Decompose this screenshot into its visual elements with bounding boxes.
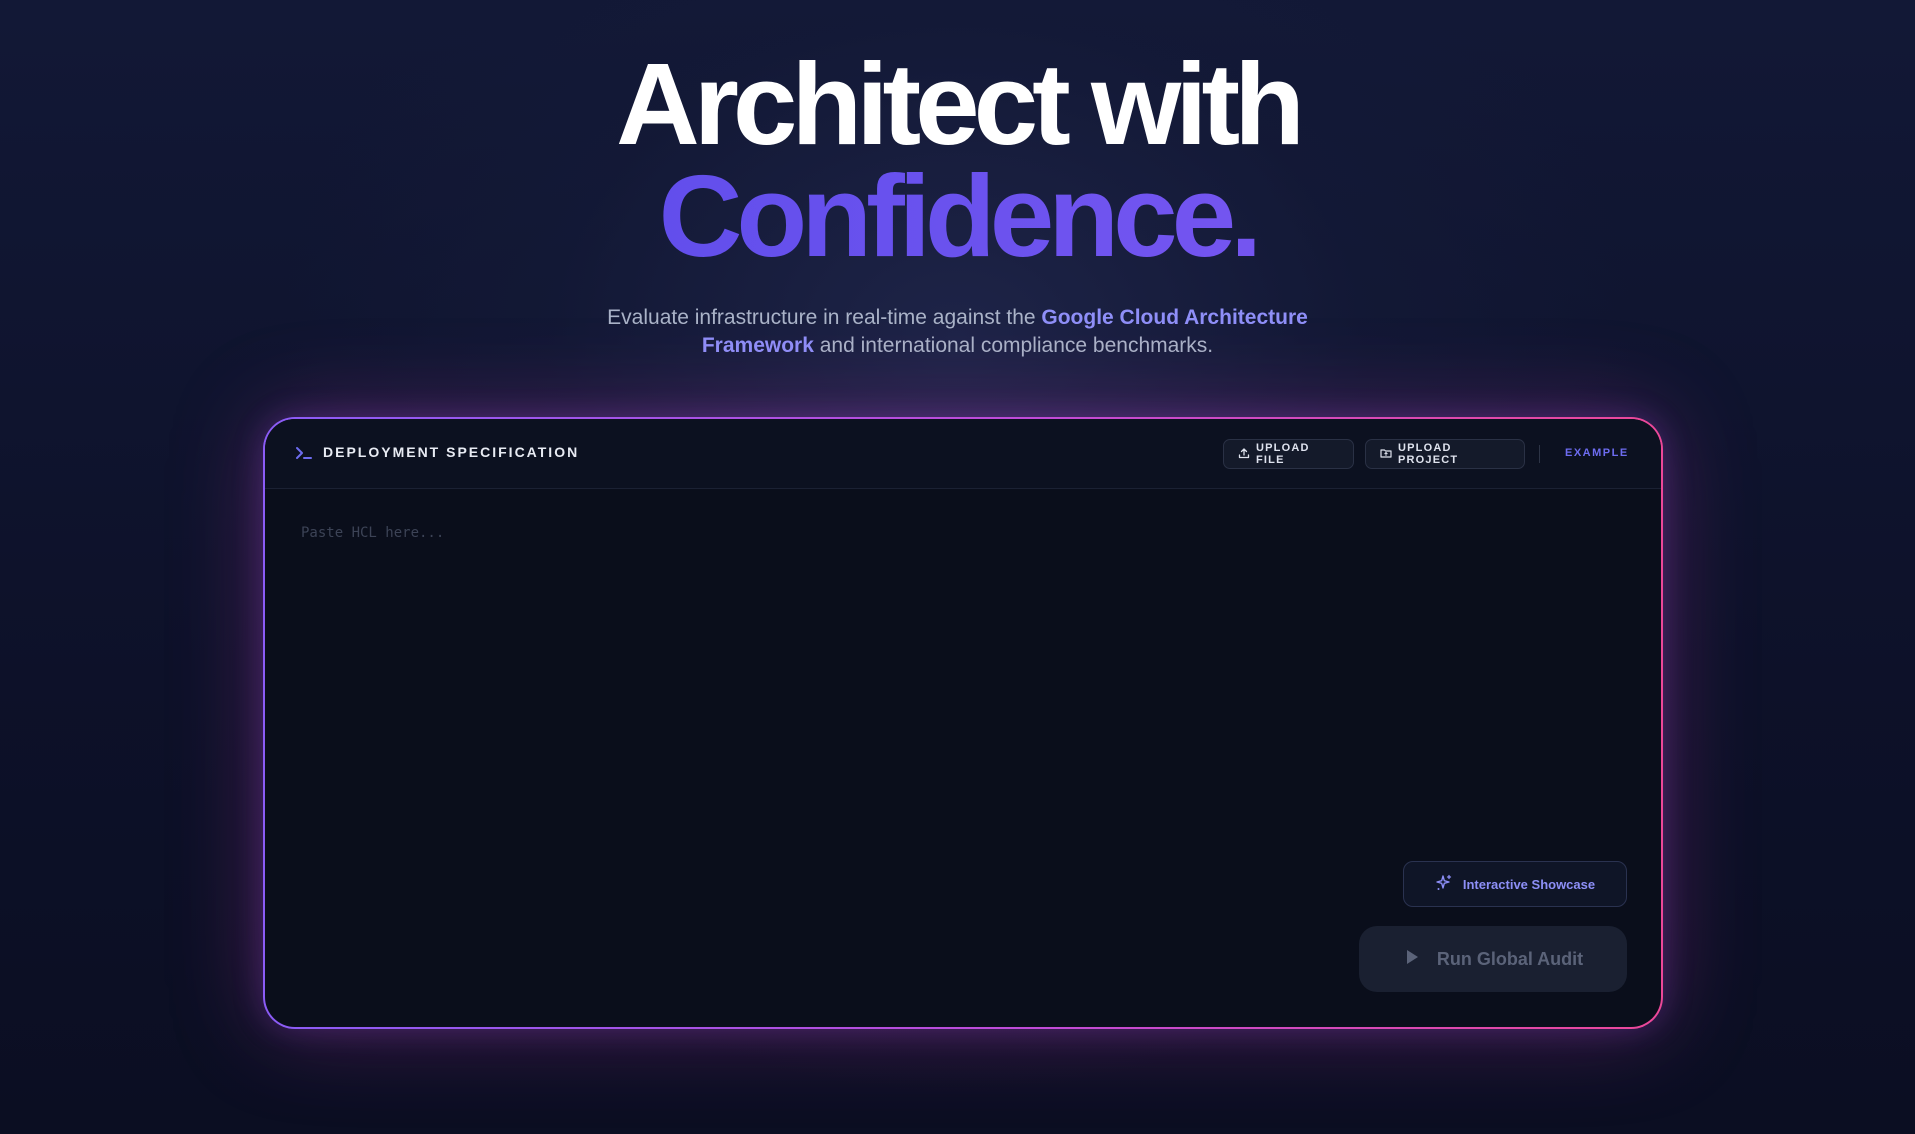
hero-subtitle: Evaluate infrastructure in real-time aga…	[0, 304, 1915, 360]
sparkles-icon	[1435, 874, 1453, 895]
header-divider	[1539, 445, 1540, 463]
folder-icon	[1380, 447, 1392, 462]
upload-icon	[1238, 447, 1250, 462]
hero-title-line2: Confidence.	[0, 158, 1915, 274]
upload-project-label: UPLOAD PROJECT	[1398, 442, 1459, 466]
upload-file-button[interactable]: UPLOAD FILE	[1223, 439, 1354, 469]
upload-file-label: UPLOAD FILE	[1256, 442, 1310, 466]
deployment-panel: DEPLOYMENT SPECIFICATION UPLOAD FILE UPL…	[263, 417, 1663, 1029]
panel-header: DEPLOYMENT SPECIFICATION UPLOAD FILE UPL…	[265, 419, 1661, 489]
run-global-audit-button[interactable]: Run Global Audit	[1359, 926, 1627, 992]
hero-heading: Architect with Confidence.	[0, 39, 1915, 274]
deployment-panel-body: DEPLOYMENT SPECIFICATION UPLOAD FILE UPL…	[265, 419, 1661, 1027]
panel-title: DEPLOYMENT SPECIFICATION	[323, 444, 580, 460]
subtitle-text-before: Evaluate infrastructure in real-time aga…	[607, 306, 1042, 329]
interactive-showcase-button[interactable]: Interactive Showcase	[1403, 861, 1627, 907]
run-global-audit-label: Run Global Audit	[1436, 948, 1584, 969]
play-icon	[1403, 948, 1421, 971]
hero-title-line1: Architect with	[616, 39, 1305, 169]
hcl-input[interactable]	[299, 523, 1623, 767]
example-link[interactable]: EXAMPLE	[1565, 447, 1629, 459]
interactive-showcase-label: Interactive Showcase	[1462, 876, 1596, 892]
subtitle-text-after: and international compliance benchmarks.	[813, 334, 1214, 357]
upload-project-button[interactable]: UPLOAD PROJECT	[1365, 439, 1525, 469]
terminal-icon	[295, 444, 313, 462]
